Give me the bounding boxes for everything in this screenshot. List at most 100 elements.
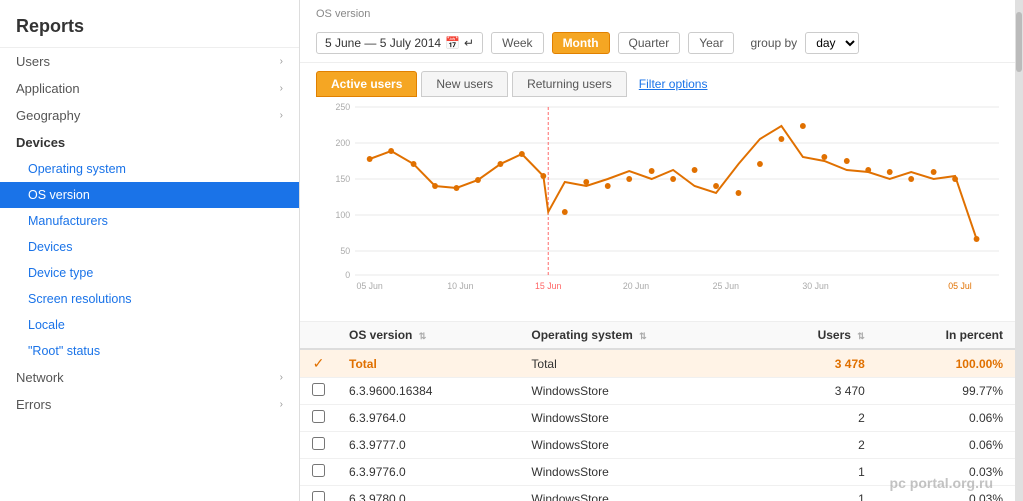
os-version-cell: 6.3.9780.0: [337, 486, 519, 501]
operating-system-cell: WindowsStore: [519, 378, 755, 405]
chart-area: 250 200 150 100 50 0 05 Jun 10 Jun 15 Ju…: [300, 97, 1015, 321]
chevron-icon: ›: [280, 56, 283, 67]
week-button[interactable]: Week: [491, 32, 543, 54]
in-percent-cell: 99.77%: [877, 378, 1015, 405]
in-percent-cell: 100.00%: [877, 349, 1015, 378]
table-row: 6.3.9600.16384WindowsStore3 47099.77%: [300, 378, 1015, 405]
year-button[interactable]: Year: [688, 32, 734, 54]
checkbox-cell[interactable]: [300, 378, 337, 405]
table-row: 6.3.9777.0WindowsStore20.06%: [300, 432, 1015, 459]
svg-text:15 Jun: 15 Jun: [535, 281, 561, 291]
chevron-icon: ›: [280, 399, 283, 410]
row-checkbox[interactable]: [312, 383, 325, 396]
group-by-label: group by: [750, 36, 797, 50]
sidebar-item-os-version[interactable]: OS version: [0, 182, 299, 208]
group-by-select[interactable]: day: [805, 32, 859, 54]
col-header-os-version[interactable]: OS version ⇅: [337, 322, 519, 349]
in-percent-cell: 0.06%: [877, 432, 1015, 459]
row-checkbox[interactable]: [312, 410, 325, 423]
header-bar: 5 June — 5 July 2014 📅 ↵ Week Month Quar…: [300, 22, 1015, 63]
table-row: ✓TotalTotal3 478100.00%: [300, 349, 1015, 378]
row-checkbox[interactable]: [312, 491, 325, 501]
os-version-cell: 6.3.9600.16384: [337, 378, 519, 405]
col-header-in-percent: In percent: [877, 322, 1015, 349]
svg-text:30 Jun: 30 Jun: [802, 281, 828, 291]
svg-text:100: 100: [336, 210, 351, 220]
data-table-wrapper: OS version ⇅ Operating system ⇅ Users ⇅ …: [300, 321, 1015, 501]
page-subtitle: OS version: [300, 0, 1015, 20]
users-cell: 3 478: [756, 349, 877, 378]
sidebar-item-locale[interactable]: Locale: [0, 312, 299, 338]
sidebar-item-screen-resolutions[interactable]: Screen resolutions: [0, 286, 299, 312]
table-row: 6.3.9764.0WindowsStore20.06%: [300, 405, 1015, 432]
checkbox-cell[interactable]: [300, 432, 337, 459]
date-range-text: 5 June — 5 July 2014: [325, 36, 441, 50]
svg-text:10 Jun: 10 Jun: [447, 281, 473, 291]
month-button[interactable]: Month: [552, 32, 610, 54]
svg-text:50: 50: [340, 246, 350, 256]
filter-options-button[interactable]: Filter options: [631, 72, 716, 96]
os-version-cell: 6.3.9776.0: [337, 459, 519, 486]
sidebar-item-network[interactable]: Network›: [0, 364, 299, 391]
svg-text:200: 200: [336, 138, 351, 148]
operating-system-cell: WindowsStore: [519, 486, 755, 501]
checkbox-cell[interactable]: [300, 405, 337, 432]
quarter-button[interactable]: Quarter: [618, 32, 681, 54]
operating-system-cell: WindowsStore: [519, 405, 755, 432]
sidebar-item-devices: Devices: [0, 129, 299, 156]
svg-text:20 Jun: 20 Jun: [623, 281, 649, 291]
operating-system-cell: Total: [519, 349, 755, 378]
svg-text:25 Jun: 25 Jun: [713, 281, 739, 291]
scrollbar-thumb: [1016, 12, 1022, 72]
col-header-checkbox: [300, 322, 337, 349]
date-range-picker[interactable]: 5 June — 5 July 2014 📅 ↵: [316, 32, 483, 54]
chevron-icon: ›: [280, 110, 283, 121]
row-checkbox[interactable]: [312, 464, 325, 477]
svg-text:0: 0: [345, 270, 350, 280]
table-row: 6.3.9776.0WindowsStore10.03%: [300, 459, 1015, 486]
main-content: OS version 5 June — 5 July 2014 📅 ↵ Week…: [300, 0, 1015, 501]
line-chart: 250 200 150 100 50 0 05 Jun 10 Jun 15 Ju…: [316, 97, 999, 297]
sort-icon-os-version: ⇅: [419, 331, 427, 341]
check-icon: ✓: [313, 355, 325, 371]
col-header-users[interactable]: Users ⇅: [756, 322, 877, 349]
chevron-icon: ›: [280, 83, 283, 94]
table-row: 6.3.9780.0WindowsStore10.03%: [300, 486, 1015, 501]
users-cell: 3 470: [756, 378, 877, 405]
sort-icon-os: ⇅: [639, 331, 647, 341]
sidebar-item-manufacturers[interactable]: Manufacturers: [0, 208, 299, 234]
os-version-table: OS version ⇅ Operating system ⇅ Users ⇅ …: [300, 322, 1015, 501]
sidebar-item-errors[interactable]: Errors›: [0, 391, 299, 418]
users-cell: 1: [756, 459, 877, 486]
sort-icon-users: ⇅: [857, 331, 865, 341]
tab-returning-users[interactable]: Returning users: [512, 71, 627, 97]
col-header-operating-system[interactable]: Operating system ⇅: [519, 322, 755, 349]
os-version-cell: Total: [337, 349, 519, 378]
users-cell: 1: [756, 486, 877, 501]
in-percent-cell: 0.06%: [877, 405, 1015, 432]
checkbox-cell[interactable]: [300, 486, 337, 501]
operating-system-cell: WindowsStore: [519, 432, 755, 459]
sidebar-item-geography[interactable]: Geography›: [0, 102, 299, 129]
users-cell: 2: [756, 432, 877, 459]
in-percent-cell: 0.03%: [877, 459, 1015, 486]
checkbox-cell[interactable]: [300, 459, 337, 486]
sidebar-item-operating-system[interactable]: Operating system: [0, 156, 299, 182]
sidebar-item-device-type[interactable]: Device type: [0, 260, 299, 286]
sidebar-title: Reports: [0, 8, 299, 48]
sidebar: Reports Users›Application›Geography›Devi…: [0, 0, 300, 501]
users-cell: 2: [756, 405, 877, 432]
operating-system-cell: WindowsStore: [519, 459, 755, 486]
sidebar-item-application[interactable]: Application›: [0, 75, 299, 102]
tab-active-users[interactable]: Active users: [316, 71, 417, 97]
tab-new-users[interactable]: New users: [421, 71, 508, 97]
checkbox-cell[interactable]: ✓: [300, 349, 337, 378]
sidebar-item-devices[interactable]: Devices: [0, 234, 299, 260]
right-scrollbar[interactable]: [1015, 0, 1023, 501]
row-checkbox[interactable]: [312, 437, 325, 450]
svg-text:150: 150: [336, 174, 351, 184]
calendar-icon: 📅: [445, 36, 460, 50]
sidebar-item--root--status[interactable]: "Root" status: [0, 338, 299, 364]
sidebar-item-users[interactable]: Users›: [0, 48, 299, 75]
os-version-cell: 6.3.9777.0: [337, 432, 519, 459]
